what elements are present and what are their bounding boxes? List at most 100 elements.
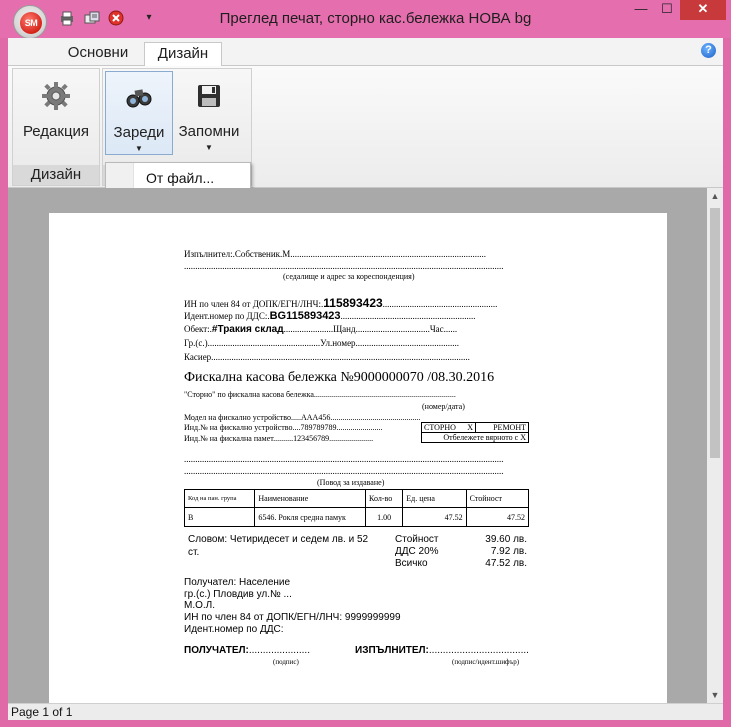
table-cell: 47.52 xyxy=(465,507,530,527)
vatno-dots: ........................................… xyxy=(340,311,476,321)
chevron-down-icon: ▼ xyxy=(205,143,213,152)
chevron-down-icon: ▼ xyxy=(135,144,143,153)
page-indicator: Page 1 of 1 xyxy=(11,705,73,719)
app-menu-button[interactable]: SM xyxy=(13,5,47,39)
table-header: Код на пан. група xyxy=(183,489,256,508)
edit-button-label: Редакция xyxy=(22,123,90,140)
storno-mark: Х xyxy=(467,423,473,432)
vat84-dots: ........................................… xyxy=(382,299,498,309)
help-icon[interactable]: ? xyxy=(701,43,716,58)
vatno-value: BG115893423 xyxy=(269,310,341,322)
print-icon[interactable] xyxy=(58,9,76,27)
reason-dots-2: ........................................… xyxy=(184,466,504,476)
vat84-line: ИН по член 84 от ДОПК/ЕГН/ЛНЧ:.115893423… xyxy=(184,296,497,310)
load-button-label: Зареди xyxy=(113,124,165,141)
vat84-value: 115893423 xyxy=(323,296,383,310)
app-logo: SM xyxy=(20,12,42,34)
sign-receiver-dots: ...................... xyxy=(248,645,310,656)
recipient-mol: М.О.Л. xyxy=(184,600,216,611)
storno-label: СТОРНО xyxy=(424,423,456,432)
table-header: Ед. цена xyxy=(402,489,467,508)
vatno-line: Идент.номер по ДДС:.BG115893423.........… xyxy=(184,310,476,322)
receipt-page: Изпълнител:.Собственик.М................… xyxy=(49,213,667,703)
sign-executor-label: ИЗПЪЛНИТЕЛ: xyxy=(355,645,429,656)
vat84-label: ИН по член 84 от ДОПК/ЕГН/ЛНЧ:. xyxy=(184,299,324,309)
menu-item-from-file[interactable]: От файл... xyxy=(146,170,214,186)
reason-caption: (Повод за издаване) xyxy=(317,478,385,487)
items-table: Код на пан. група Наименование Кол-во Ед… xyxy=(183,489,530,527)
model-line: Модел на фискално устройство.....AAA456.… xyxy=(184,413,421,422)
status-bar: Page 1 of 1 xyxy=(8,703,723,720)
memory-no-value: 123456789 xyxy=(293,434,330,443)
memory-no-dots: ...................... xyxy=(329,434,374,443)
number-date-caption: (номер/дата) xyxy=(422,402,465,411)
object-value: #Тракия склад xyxy=(211,324,284,335)
address-caption: (седалище и адрес за кореспонденция) xyxy=(283,272,415,281)
close-preview-icon[interactable] xyxy=(107,9,125,27)
device-no-label: Инд.№ на фискално устройство.... xyxy=(184,423,301,432)
table-cell: В xyxy=(183,507,256,527)
storno-line: "Сторно" по фискална касова бележка.....… xyxy=(184,390,456,399)
device-no-line: Инд.№ на фискално устройство....78978978… xyxy=(184,423,382,432)
vatno-label: Идент.номер по ДДС:. xyxy=(184,311,270,321)
ribbon-group-design: Редакция Дизайн xyxy=(12,68,100,186)
floppy-disk-icon xyxy=(198,85,220,107)
memory-no-label: Инд.№ на фискална памет.......... xyxy=(184,434,294,443)
tab-design[interactable]: Дизайн xyxy=(144,42,222,67)
minimize-button[interactable]: — xyxy=(628,0,654,20)
words-line-2: ст. xyxy=(188,547,200,558)
total-label-value: Стойност xyxy=(395,534,439,545)
gear-icon xyxy=(42,82,70,110)
sign-receiver: ПОЛУЧАТЕЛ:...................... xyxy=(184,645,310,656)
tab-main[interactable]: Основни xyxy=(58,42,138,67)
save-button[interactable]: Запомни ▼ xyxy=(175,71,243,155)
sign-receiver-label: ПОЛУЧАТЕЛ: xyxy=(184,645,249,656)
mark-box: Отбележете вярното с Х xyxy=(421,432,529,443)
device-no-dots: ....................... xyxy=(336,423,383,432)
total-sum: 47.52 лв. xyxy=(485,558,527,569)
table-header: Наименование xyxy=(254,489,367,508)
ribbon-tab-row: Основни Дизайн ? xyxy=(8,38,723,67)
maximize-button[interactable]: ☐ xyxy=(654,0,680,20)
close-button[interactable]: ✕ xyxy=(680,0,726,20)
table-row: В 6546. Рокля средна памук 1.00 47.52 47… xyxy=(183,507,530,527)
load-button[interactable]: Зареди ▼ xyxy=(105,71,173,155)
edit-button[interactable]: Редакция xyxy=(22,71,90,155)
memory-no-line: Инд.№ на фискална памет..........1234567… xyxy=(184,434,373,443)
quick-access-customize-icon[interactable]: ▾ xyxy=(140,9,158,27)
ribbon-group-label: Дизайн xyxy=(13,165,99,185)
scroll-down-icon[interactable]: ▼ xyxy=(707,687,723,703)
cashier-line: Касиер..................................… xyxy=(184,352,470,362)
scroll-thumb[interactable] xyxy=(710,208,720,458)
save-button-label: Запомни xyxy=(178,123,240,140)
executor-line: Изпълнител:.Собственик.М................… xyxy=(184,249,487,259)
total-label-vat: ДДС 20% xyxy=(395,546,439,557)
print-setup-icon[interactable] xyxy=(83,9,101,27)
address-dots: ........................................… xyxy=(184,261,504,271)
print-preview-area[interactable]: Изпълнител:.Собственик.М................… xyxy=(8,188,707,703)
vertical-scrollbar[interactable]: ▲ ▼ xyxy=(707,188,723,703)
total-value: 39.60 лв. xyxy=(485,534,527,545)
object-rest: ......................Щанд..............… xyxy=(283,324,458,334)
window-title: Преглед печат, сторно кас.бележка НОВА b… xyxy=(219,10,532,27)
sign-caption-1: (подпис) xyxy=(273,658,299,666)
object-label: Обект:. xyxy=(184,324,212,334)
table-cell: 6546. Рокля средна памук xyxy=(254,507,367,527)
sign-executor-dots: .................................... xyxy=(428,645,529,656)
total-vat: 7.92 лв. xyxy=(490,546,527,557)
title-bar: SM ▾ Преглед печат, сторно кас.бележка Н… xyxy=(0,0,731,39)
city-line: Гр.(с.).................................… xyxy=(184,338,460,348)
table-header: Стойност xyxy=(465,489,530,508)
object-line: Обект:.#Тракия склад....................… xyxy=(184,324,457,335)
table-header-row: Код на пан. група Наименование Кол-во Ед… xyxy=(183,489,530,508)
scroll-up-icon[interactable]: ▲ xyxy=(707,188,723,204)
sign-executor: ИЗПЪЛНИТЕЛ:.............................… xyxy=(355,645,529,656)
binoculars-icon xyxy=(126,89,152,108)
reason-dots-1: ........................................… xyxy=(184,454,504,464)
table-cell: 1.00 xyxy=(365,507,404,527)
receipt-heading: Фискална касова бележка №9000000070 /08.… xyxy=(184,370,495,385)
sign-caption-2: (подпис/идент.шифър) xyxy=(452,658,520,666)
recipient-city: гр.(с.) Пловдив ул.№ ... xyxy=(184,589,292,600)
table-header: Кол-во xyxy=(365,489,404,508)
total-label-sum: Всичко xyxy=(395,558,428,569)
